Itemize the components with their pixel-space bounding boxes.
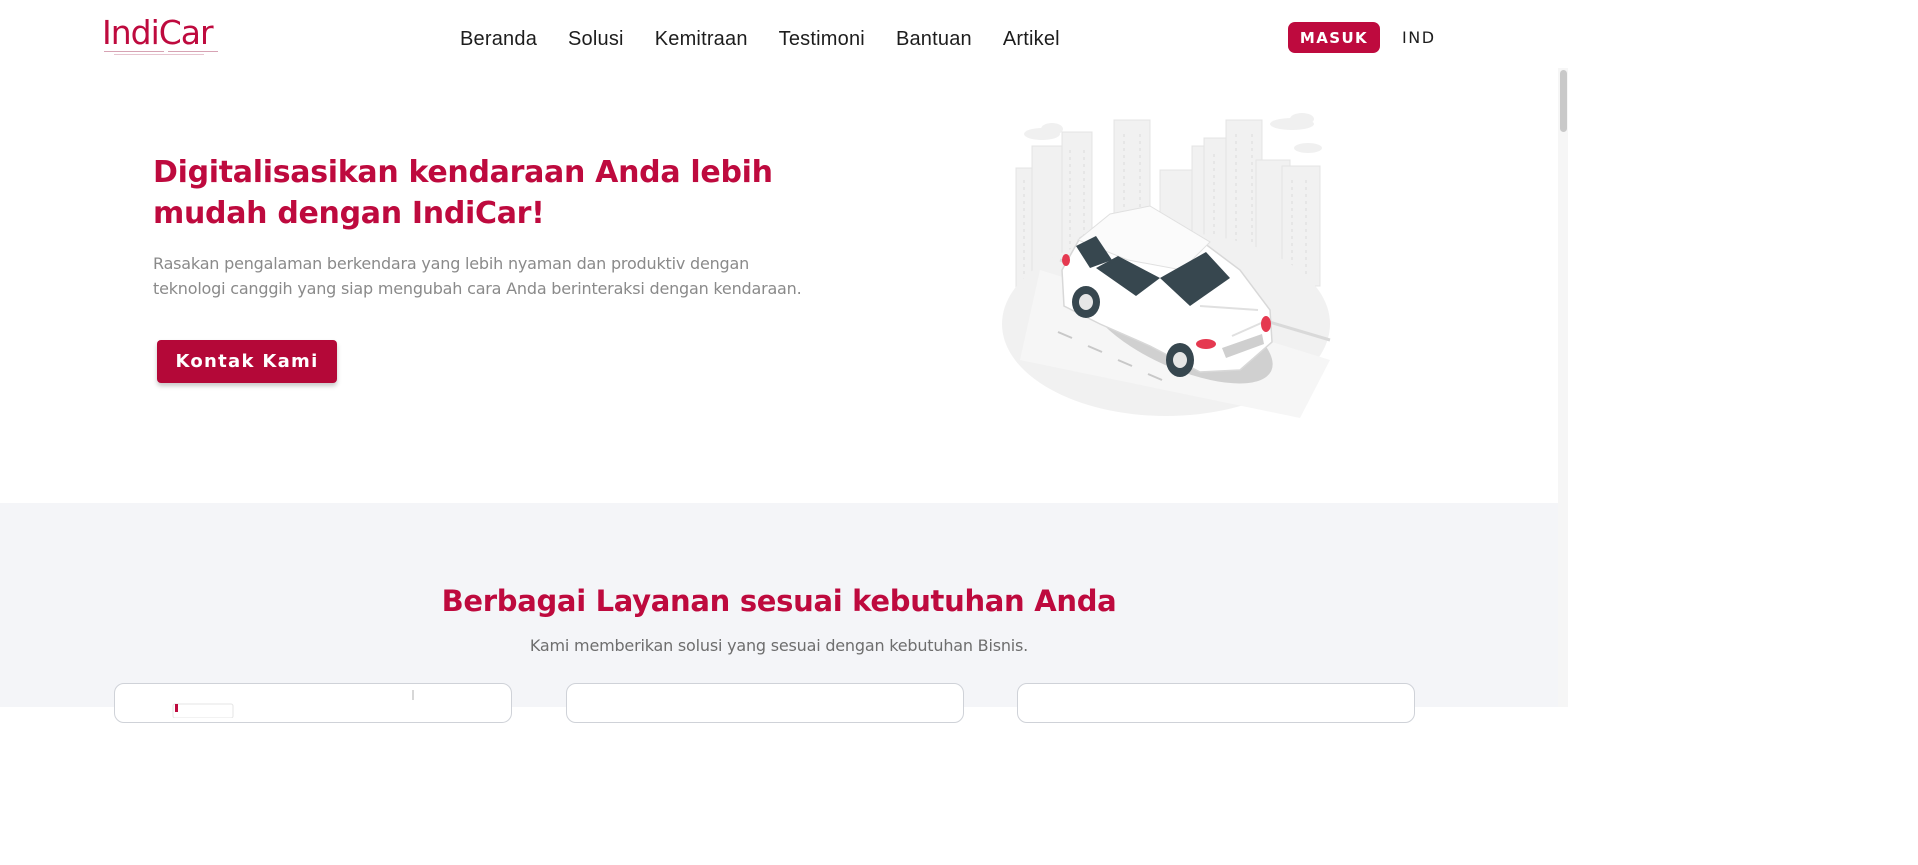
nav-item-solusi[interactable]: Solusi xyxy=(568,28,624,51)
logo-text: IndiCar xyxy=(102,13,214,52)
service-card[interactable] xyxy=(114,683,512,723)
hero-title: Digitalisasikan kendaraan Anda lebih mud… xyxy=(153,152,833,234)
nav-item-bantuan[interactable]: Bantuan xyxy=(896,28,972,51)
nav-item-beranda[interactable]: Beranda xyxy=(460,28,537,51)
services-subtitle: Kami memberikan solusi yang sesuai denga… xyxy=(529,636,1029,655)
service-card-decoration xyxy=(412,690,414,700)
service-card-image xyxy=(172,703,234,718)
scrollbar-thumb[interactable] xyxy=(1560,70,1567,132)
brand-logo[interactable]: IndiCar xyxy=(102,14,222,58)
services-title: Berbagai Layanan sesuai kebutuhan Anda xyxy=(441,584,1117,618)
scrollbar-track[interactable] xyxy=(1558,68,1568,707)
service-card[interactable] xyxy=(1017,683,1415,723)
service-card[interactable] xyxy=(566,683,964,723)
main-nav: Beranda Solusi Kemitraan Testimoni Bantu… xyxy=(460,24,1091,54)
hero-title-line-2: mudah dengan IndiCar! xyxy=(153,196,545,231)
hero-title-line-1: Digitalisasikan kendaraan Anda lebih xyxy=(153,155,773,190)
hero-subtitle-line-1: Rasakan pengalaman berkendara yang lebih… xyxy=(153,254,750,273)
nav-item-artikel[interactable]: Artikel xyxy=(1003,28,1060,51)
nav-item-testimoni[interactable]: Testimoni xyxy=(779,28,865,51)
hero-subtitle: Rasakan pengalaman berkendara yang lebih… xyxy=(153,251,853,301)
site-header: IndiCar Beranda Solusi Kemitraan Testimo… xyxy=(0,0,1568,76)
login-button[interactable]: MASUK xyxy=(1288,22,1380,53)
logo-underline-decoration xyxy=(104,50,220,56)
car-city-illustration xyxy=(1002,113,1331,418)
nav-item-kemitraan[interactable]: Kemitraan xyxy=(655,28,748,51)
language-selector[interactable]: IND xyxy=(1402,28,1436,47)
contact-us-button[interactable]: Kontak Kami xyxy=(157,340,337,383)
hero-subtitle-line-2: teknologi canggih yang siap mengubah car… xyxy=(153,279,802,298)
